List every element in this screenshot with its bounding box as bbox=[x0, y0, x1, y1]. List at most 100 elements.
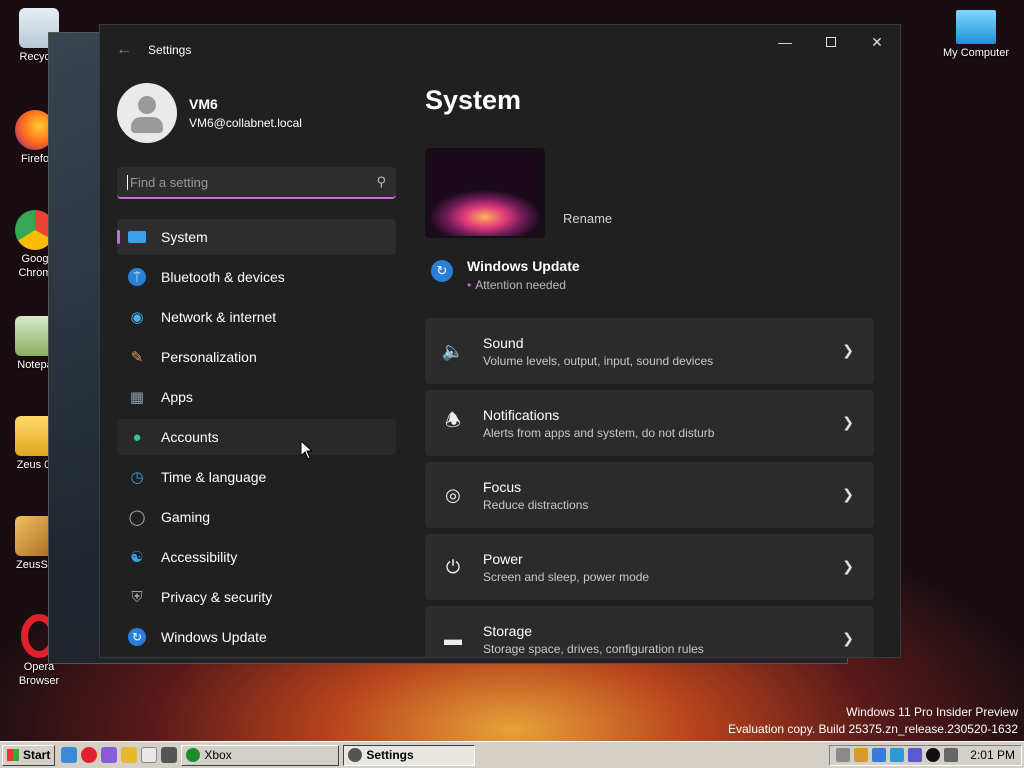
clock[interactable]: 2:01 PM bbox=[970, 748, 1015, 762]
nav-item-label: Network & internet bbox=[161, 309, 277, 325]
search-input[interactable] bbox=[127, 174, 377, 190]
quick-launch bbox=[61, 747, 178, 763]
chevron-right-icon: ❯ bbox=[842, 414, 854, 430]
windows-update-status[interactable]: ↻ Windows Update • Attention needed bbox=[431, 258, 900, 292]
settings-cards: 🔈 Sound Volume levels, output, input, sou… bbox=[425, 318, 900, 657]
start-label: Start bbox=[23, 748, 51, 762]
nav-item-gaming[interactable]: ◯ Gaming bbox=[117, 499, 396, 535]
wallpaper-preview[interactable] bbox=[425, 148, 545, 238]
navigation-pane: VM6 VM6@collabnet.local ⚲ System ᛠ Bluet… bbox=[100, 75, 410, 657]
focus-icon: ◎ bbox=[445, 484, 461, 505]
xbox-icon bbox=[186, 748, 201, 762]
network-tray-icon[interactable] bbox=[836, 748, 851, 762]
nav-item-label: Time & language bbox=[161, 469, 267, 485]
storage-icon: ▬ bbox=[444, 628, 462, 649]
teams-tray-icon[interactable] bbox=[908, 748, 923, 762]
wifi-icon: ◉ bbox=[130, 309, 144, 326]
nav-item-accounts[interactable]: ● Accounts bbox=[117, 419, 396, 455]
nav-item-network-internet[interactable]: ◉ Network & internet bbox=[117, 299, 396, 335]
chevron-right-icon: ❯ bbox=[842, 630, 854, 646]
start-button[interactable]: Start bbox=[2, 744, 56, 766]
nav-item-label: Accessibility bbox=[161, 549, 238, 565]
rename-link[interactable]: Rename bbox=[563, 211, 612, 226]
card-subtitle: Screen and sleep, power mode bbox=[483, 569, 650, 584]
volume-tray-icon[interactable] bbox=[944, 748, 959, 762]
calculator-icon[interactable] bbox=[161, 747, 178, 763]
nav-item-bluetooth-devices[interactable]: ᛠ Bluetooth & devices bbox=[117, 259, 396, 295]
taskbar-task-xbox[interactable]: Xbox bbox=[181, 744, 340, 766]
onedrive-tray-icon[interactable] bbox=[890, 748, 905, 762]
app-tray-icon[interactable] bbox=[854, 748, 869, 762]
nav-item-label: Accounts bbox=[161, 429, 219, 445]
search-box[interactable]: ⚲ bbox=[117, 167, 396, 199]
card-title: Focus bbox=[483, 478, 522, 495]
card-notifications[interactable]: 🕭 Notifications Alerts from apps and syst… bbox=[425, 390, 874, 456]
card-storage[interactable]: ▬ Storage Storage space, drives, configur… bbox=[425, 606, 874, 657]
opera-icon[interactable] bbox=[81, 747, 98, 763]
search-icon[interactable]: ⚲ bbox=[376, 174, 386, 190]
chevron-right-icon: ❯ bbox=[842, 558, 854, 574]
monitor-icon bbox=[127, 227, 147, 247]
card-title: Storage bbox=[483, 622, 533, 639]
nav-item-privacy-security[interactable]: ⛨ Privacy & security bbox=[117, 579, 396, 615]
card-subtitle: Reduce distractions bbox=[483, 497, 589, 512]
taskbar-task-settings[interactable]: Settings bbox=[343, 744, 476, 766]
chevron-right-icon: ❯ bbox=[842, 342, 854, 358]
minimize-button[interactable]: — bbox=[762, 25, 808, 59]
display-tray-icon[interactable] bbox=[872, 748, 887, 762]
maximize-icon bbox=[826, 37, 836, 47]
avatar-body-icon bbox=[131, 117, 163, 133]
card-subtitle: Storage space, drives, configuration rul… bbox=[483, 641, 704, 656]
taskbar: Start Xbox Settings 2:01 PM bbox=[0, 741, 1024, 768]
nav-item-personalization[interactable]: ✎ Personalization bbox=[117, 339, 396, 375]
settings-window: ← Settings — ✕ VM6 VM6@collabnet.local ⚲ bbox=[99, 24, 901, 658]
minimize-icon: — bbox=[778, 34, 792, 50]
sync-icon: ↻ bbox=[431, 260, 453, 282]
chevron-right-icon: ❯ bbox=[842, 486, 854, 502]
close-icon: ✕ bbox=[871, 33, 883, 50]
settings-gear-icon bbox=[348, 748, 363, 762]
card-focus[interactable]: ◎ Focus Reduce distractions ❯ bbox=[425, 462, 874, 528]
gamepad-icon: ◯ bbox=[128, 509, 146, 526]
close-button[interactable]: ✕ bbox=[854, 25, 900, 59]
accessibility-icon: ☯ bbox=[130, 549, 144, 566]
windows-logo-icon bbox=[7, 749, 19, 761]
visual-studio-icon[interactable] bbox=[101, 747, 118, 763]
user-name: VM6 bbox=[189, 96, 218, 112]
monitor-icon bbox=[956, 10, 996, 44]
device-info: Rename bbox=[425, 148, 900, 238]
nav-item-windows-update[interactable]: ↻ Windows Update bbox=[117, 619, 396, 655]
nav-item-apps[interactable]: ▦ Apps bbox=[117, 379, 396, 415]
window-controls: — ✕ bbox=[762, 25, 900, 59]
power-icon: ⏻ bbox=[445, 556, 461, 577]
nav-item-accessibility[interactable]: ☯ Accessibility bbox=[117, 539, 396, 575]
watermark-line: Windows 11 Pro Insider Preview bbox=[846, 705, 1018, 719]
user-profile[interactable]: VM6 VM6@collabnet.local bbox=[100, 75, 410, 151]
arrow-left-icon: ← bbox=[116, 41, 132, 58]
evaluation-watermark: Windows 11 Pro Insider Preview Evaluatio… bbox=[728, 704, 1018, 738]
desktop-icon-label: Opera Browser bbox=[18, 661, 60, 687]
nav-item-label: Apps bbox=[161, 389, 193, 405]
card-power[interactable]: ⏻ Power Screen and sleep, power mode ❯ bbox=[425, 534, 874, 600]
desktop-icon-my-computer[interactable]: My Computer bbox=[936, 10, 1016, 61]
back-button[interactable]: ← bbox=[100, 25, 148, 75]
xbox-tray-icon[interactable] bbox=[926, 748, 941, 762]
notepad-icon[interactable] bbox=[141, 747, 158, 763]
desktop-icon-label: My Computer bbox=[942, 47, 1010, 59]
page-title: System bbox=[425, 85, 522, 115]
card-title: Notifications bbox=[483, 406, 560, 423]
task-label: Xbox bbox=[204, 748, 232, 762]
card-subtitle: Volume levels, output, input, sound devi… bbox=[483, 353, 714, 368]
speaker-icon: 🔈 bbox=[441, 340, 465, 361]
maximize-button[interactable] bbox=[808, 25, 854, 59]
nav-item-time-language[interactable]: ◷ Time & language bbox=[117, 459, 396, 495]
shield-icon: ⛨ bbox=[131, 588, 143, 606]
card-sound[interactable]: 🔈 Sound Volume levels, output, input, sou… bbox=[425, 318, 874, 384]
content-pane: System Rename ↻ Windows Update • Attentio… bbox=[425, 75, 900, 657]
folder-icon[interactable] bbox=[121, 747, 138, 763]
nav-item-system[interactable]: System bbox=[117, 219, 396, 255]
task-label: Settings bbox=[366, 748, 414, 762]
status-dot-icon: • bbox=[467, 278, 472, 292]
settings-gear-icon[interactable] bbox=[61, 747, 78, 763]
system-tray: 2:01 PM bbox=[829, 744, 1022, 766]
